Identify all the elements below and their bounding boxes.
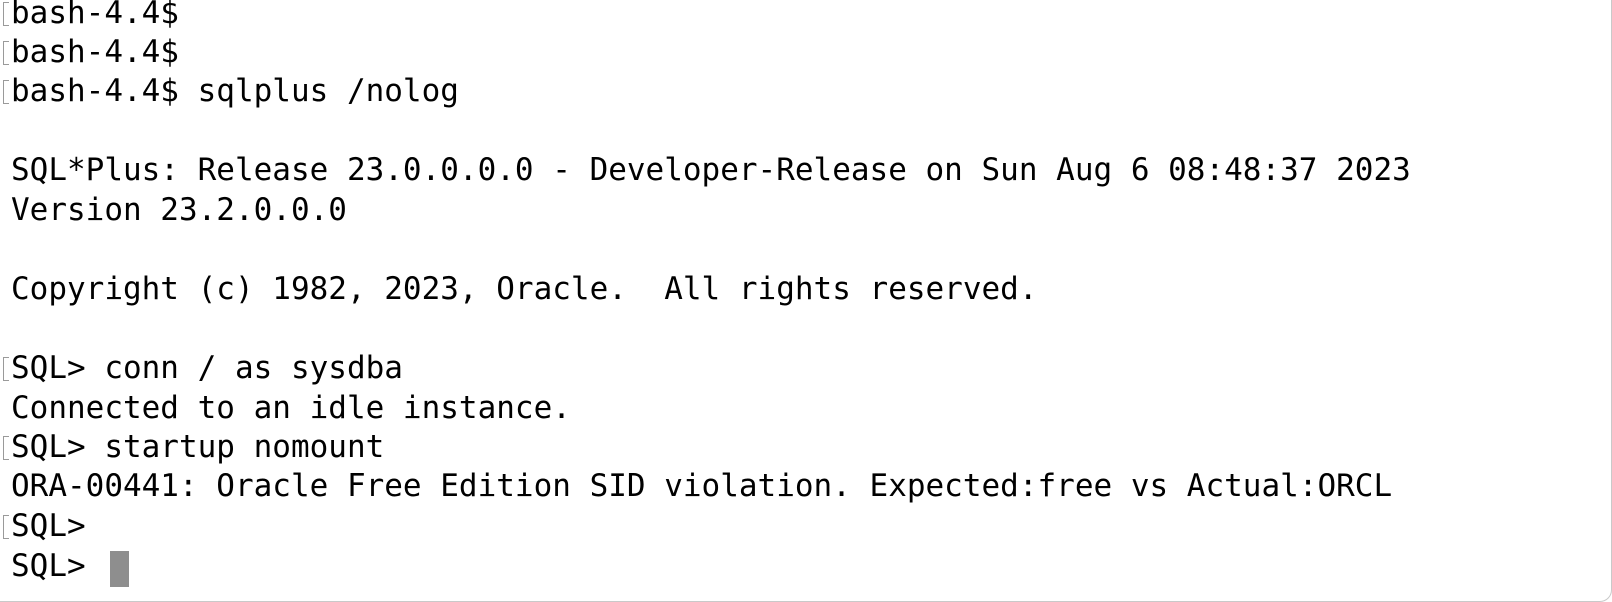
terminal-line: SQL> — [11, 508, 86, 544]
terminal-input-line[interactable]: SQL> — [11, 546, 104, 586]
prompt-mark — [3, 41, 9, 65]
terminal-line: SQL> startup nomount — [11, 429, 385, 465]
prompt-mark — [3, 436, 9, 460]
text-cursor — [110, 551, 129, 587]
terminal-line: bash-4.4$ sqlplus /nolog — [11, 73, 459, 109]
terminal-line: ORA-00441: Oracle Free Edition SID viola… — [11, 468, 1393, 504]
terminal-line: bash-4.4$ — [11, 0, 179, 31]
terminal-line: SQL*Plus: Release 23.0.0.0.0 - Developer… — [11, 152, 1411, 188]
prompt-mark — [3, 515, 9, 539]
terminal-window[interactable]: bash-4.4$ bash-4.4$ bash-4.4$ sqlplus /n… — [0, 0, 1612, 602]
terminal-line: bash-4.4$ — [11, 34, 179, 70]
prompt-mark — [3, 2, 9, 26]
prompt-mark — [3, 80, 9, 104]
terminal-line: Copyright (c) 1982, 2023, Oracle. All ri… — [11, 271, 1038, 307]
terminal-line: Version 23.2.0.0.0 — [11, 192, 347, 228]
terminal-line: Connected to an idle instance. — [11, 390, 571, 426]
prompt-mark — [3, 357, 9, 381]
terminal-line: SQL> conn / as sysdba — [11, 350, 403, 386]
clipped-window-edge — [20, 588, 920, 602]
